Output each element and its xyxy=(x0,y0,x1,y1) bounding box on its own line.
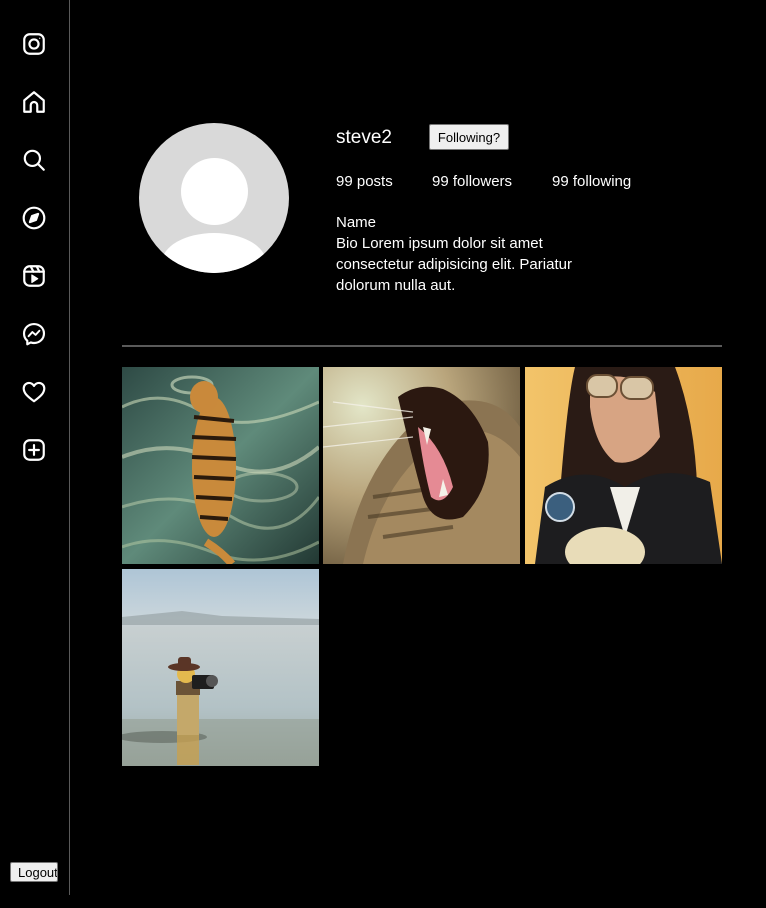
app: Logout steve2 Following? 99 posts 99 fol… xyxy=(0,0,766,908)
following-button[interactable]: Following? xyxy=(429,124,509,150)
sidebar: Logout xyxy=(0,0,70,895)
nav-create[interactable] xyxy=(19,435,49,465)
post-tile-beach-toy[interactable] xyxy=(122,569,319,766)
following-count[interactable]: 99 following xyxy=(552,173,631,190)
posts-count: 99 posts xyxy=(336,173,393,190)
nav-explore[interactable] xyxy=(19,203,49,233)
nav-messenger[interactable] xyxy=(19,319,49,349)
woman-sunglasses-image xyxy=(525,367,722,564)
avatar xyxy=(139,123,289,273)
logout-button[interactable]: Logout xyxy=(10,862,58,882)
explore-compass-icon xyxy=(22,206,46,230)
create-plus-icon xyxy=(23,439,45,461)
nav-search[interactable] xyxy=(19,145,49,175)
heart-icon xyxy=(22,381,46,403)
post-tile-cat[interactable] xyxy=(323,367,520,564)
profile-divider xyxy=(122,345,722,347)
toy-photographer-beach-image xyxy=(122,569,319,766)
yawning-cat-image xyxy=(323,367,520,564)
home-icon xyxy=(23,91,45,113)
post-tile-tiger[interactable] xyxy=(122,367,319,564)
nav-reels[interactable] xyxy=(19,261,49,291)
avatar-head-shape xyxy=(181,158,248,225)
profile-bio: Bio Lorem ipsum dolor sit amet consectet… xyxy=(336,235,572,294)
post-tile-woman-illustration[interactable] xyxy=(525,367,722,564)
messenger-icon xyxy=(22,322,46,346)
avatar-body-shape xyxy=(162,233,266,273)
nav-notifications[interactable] xyxy=(19,377,49,407)
tiger-in-water-image xyxy=(122,367,319,564)
nav-home[interactable] xyxy=(19,87,49,117)
search-icon xyxy=(23,149,45,171)
followers-count[interactable]: 99 followers xyxy=(432,173,512,190)
nav-instagram[interactable] xyxy=(19,29,49,59)
instagram-icon xyxy=(23,33,45,55)
profile-name: Name xyxy=(336,214,377,231)
profile-bio-block: Name Bio Lorem ipsum dolor sit amet cons… xyxy=(336,212,596,296)
profile-username: steve2 xyxy=(336,127,392,148)
reels-icon xyxy=(23,265,45,287)
